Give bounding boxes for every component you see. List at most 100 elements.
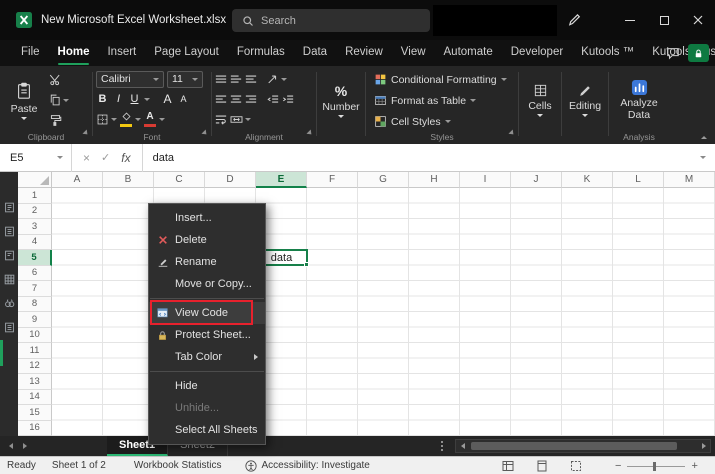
column-header-C[interactable]: C (154, 172, 205, 188)
paste-dropdown-icon[interactable] (21, 116, 27, 120)
page-break-preview-icon[interactable] (570, 460, 582, 472)
row-header-15[interactable]: 15 (18, 405, 52, 421)
comment-icon[interactable] (666, 46, 680, 60)
align-left-button[interactable] (215, 94, 227, 105)
column-header-E[interactable]: E (256, 172, 307, 188)
shrink-font-button[interactable]: A (177, 94, 190, 104)
scroll-right-icon[interactable] (697, 443, 710, 449)
borders-button[interactable] (96, 113, 117, 126)
status-mode[interactable]: Ready (7, 460, 36, 471)
copy-button[interactable] (49, 94, 69, 106)
format-as-table-button[interactable]: Format as Table (374, 91, 515, 110)
accessibility-status[interactable]: Accessibility: Investigate (245, 459, 370, 472)
underline-dropdown-icon[interactable] (144, 97, 150, 101)
fill-color-button[interactable] (120, 111, 132, 127)
sidebar-pane-icon[interactable] (4, 202, 15, 213)
row-header-4[interactable]: 4 (18, 234, 52, 250)
normal-view-icon[interactable] (502, 460, 514, 472)
context-menu-item-rename[interactable]: Rename (149, 251, 265, 273)
tab-view[interactable]: View (392, 40, 435, 66)
tab-file[interactable]: File (12, 40, 49, 66)
editing-dropdown-icon[interactable] (582, 113, 588, 117)
font-color-button[interactable]: A (144, 111, 156, 127)
column-header-J[interactable]: J (511, 172, 562, 188)
tab-page-layout[interactable]: Page Layout (145, 40, 228, 66)
column-header-D[interactable]: D (205, 172, 256, 188)
sidebar-pane-icon[interactable] (4, 274, 15, 285)
font-color-dropdown-icon[interactable] (159, 117, 165, 121)
zoom-in-icon[interactable]: + (691, 460, 697, 472)
tab-formulas[interactable]: Formulas (228, 40, 294, 66)
name-box[interactable]: E5 (0, 143, 72, 172)
decrease-indent-button[interactable] (267, 94, 279, 105)
sidebar-pane-icon[interactable] (4, 250, 15, 261)
cut-button[interactable] (49, 73, 69, 86)
row-header-5[interactable]: 5 (18, 250, 52, 266)
align-center-button[interactable] (230, 94, 242, 105)
editing-button[interactable]: Editing (565, 70, 605, 130)
next-sheet-icon[interactable] (23, 443, 27, 449)
row-header-10[interactable]: 10 (18, 327, 52, 343)
fill-handle[interactable] (304, 262, 309, 267)
row-header-13[interactable]: 13 (18, 374, 52, 390)
minimize-button[interactable] (613, 0, 647, 40)
fill-color-dropdown-icon[interactable] (135, 117, 141, 121)
row-header-14[interactable]: 14 (18, 389, 52, 405)
column-header-I[interactable]: I (460, 172, 511, 188)
number-dropdown-icon[interactable] (338, 114, 344, 118)
context-menu-item-insert[interactable]: Insert... (149, 207, 265, 229)
column-header-L[interactable]: L (613, 172, 664, 188)
cancel-button[interactable]: × (83, 151, 90, 165)
row-header-8[interactable]: 8 (18, 296, 52, 312)
wrap-text-button[interactable] (215, 114, 227, 125)
column-header-M[interactable]: M (664, 172, 715, 188)
copy-dropdown-icon[interactable] (63, 98, 69, 102)
row-header-1[interactable]: 1 (18, 188, 52, 204)
context-menu-item-move-or-copy[interactable]: Move or Copy... (149, 273, 265, 295)
align-middle-button[interactable] (230, 74, 242, 85)
row-header-2[interactable]: 2 (18, 203, 52, 219)
name-box-dropdown-icon[interactable] (57, 156, 63, 159)
sidebar-pane-icon[interactable] (4, 226, 15, 237)
column-header-F[interactable]: F (307, 172, 358, 188)
column-header-G[interactable]: G (358, 172, 409, 188)
context-menu-item-delete[interactable]: Delete (149, 229, 265, 251)
analyze-data-button[interactable]: Analyze Data (612, 70, 666, 130)
sidebar-pane-icon[interactable] (4, 322, 15, 333)
tab-automate[interactable]: Automate (435, 40, 502, 66)
grow-font-button[interactable]: A (161, 92, 174, 106)
font-name-combo[interactable]: Calibri (96, 70, 164, 88)
pen-icon[interactable] (567, 12, 583, 28)
tab-kutools[interactable]: Kutools ™ (572, 40, 643, 66)
expand-formula-bar-icon[interactable] (700, 156, 706, 159)
previous-sheet-icon[interactable] (9, 443, 13, 449)
page-layout-view-icon[interactable] (536, 460, 548, 472)
close-button[interactable] (681, 0, 715, 40)
column-header-A[interactable]: A (52, 172, 103, 188)
align-bottom-button[interactable] (245, 74, 257, 85)
scroll-left-icon[interactable] (456, 443, 469, 449)
row-header-9[interactable]: 9 (18, 312, 52, 328)
context-menu-item-protect-sheet[interactable]: Protect Sheet... (149, 324, 265, 346)
tab-home[interactable]: Home (49, 40, 99, 66)
row-header-3[interactable]: 3 (18, 219, 52, 235)
workbook-statistics-button[interactable]: Workbook Statistics (134, 460, 222, 471)
share-button[interactable] (688, 44, 709, 62)
number-format-button[interactable]: % Number (320, 70, 362, 130)
orientation-button[interactable] (267, 74, 287, 85)
tab-area-splitter[interactable] (441, 441, 443, 451)
cell-styles-button[interactable]: Cell Styles (374, 112, 515, 131)
cells-button[interactable]: Cells (522, 70, 558, 130)
context-menu-item-view-code[interactable]: View Code (149, 302, 265, 324)
search-box[interactable]: Search (232, 9, 430, 32)
align-top-button[interactable] (215, 74, 227, 85)
align-right-button[interactable] (245, 94, 257, 105)
row-header-7[interactable]: 7 (18, 281, 52, 297)
zoom-slider-thumb[interactable] (653, 461, 657, 471)
merge-center-button[interactable] (230, 114, 251, 125)
tab-data[interactable]: Data (294, 40, 336, 66)
format-painter-button[interactable] (49, 114, 69, 127)
context-menu-item-hide[interactable]: Hide (149, 375, 265, 397)
select-all-corner[interactable] (18, 172, 52, 188)
row-header-12[interactable]: 12 (18, 358, 52, 374)
